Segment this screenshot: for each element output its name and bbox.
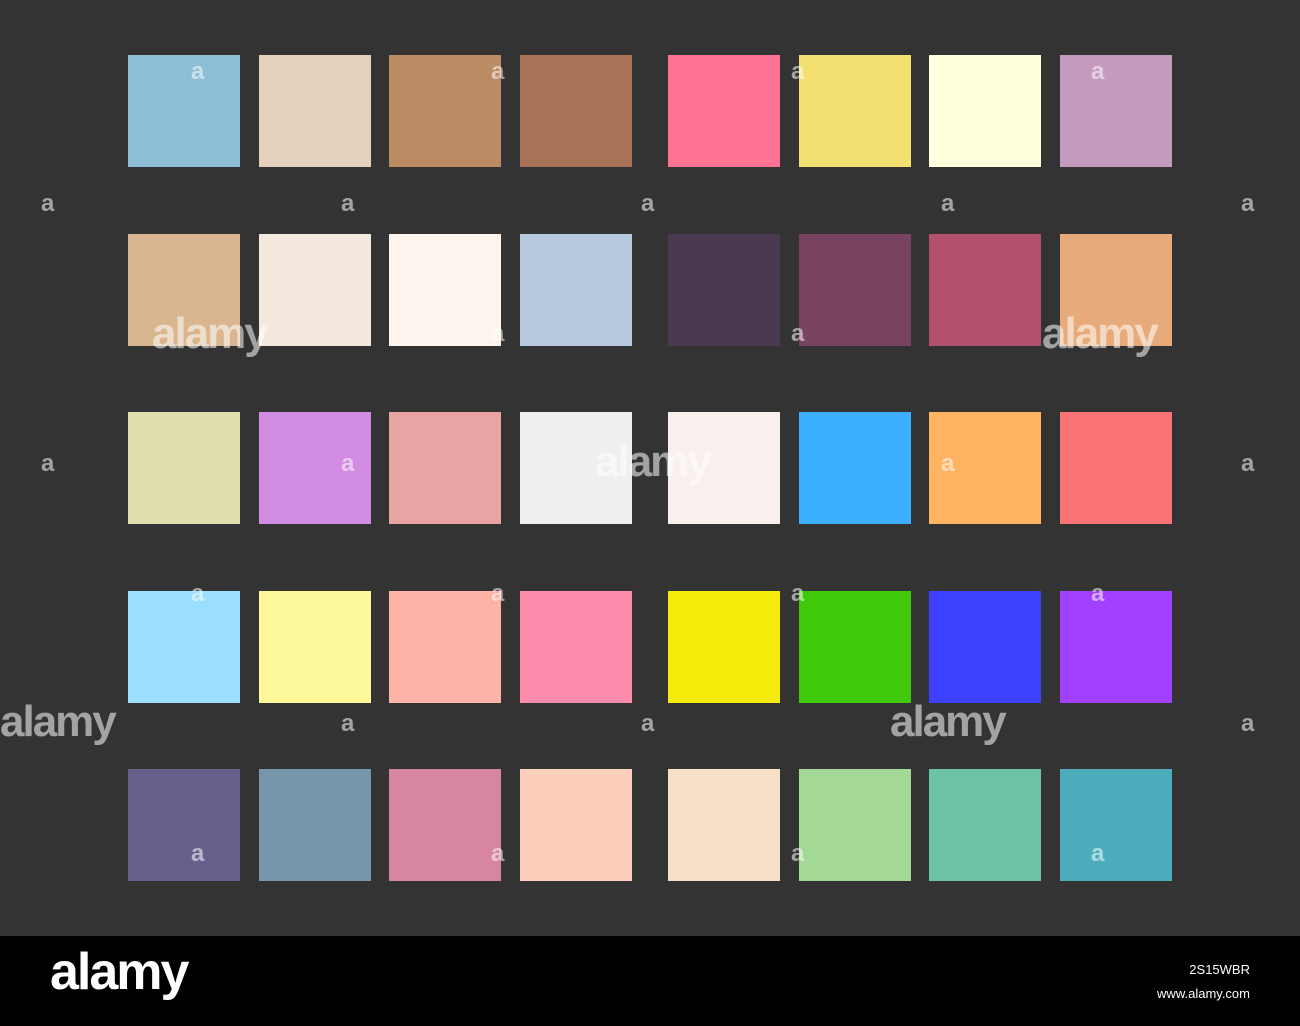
color-swatch xyxy=(929,591,1041,703)
color-swatch xyxy=(668,55,780,167)
color-swatch xyxy=(929,234,1041,346)
footer-bar xyxy=(0,936,1300,1026)
color-swatch xyxy=(128,234,240,346)
color-swatch xyxy=(668,591,780,703)
color-swatch xyxy=(1060,234,1172,346)
color-swatch xyxy=(1060,769,1172,881)
color-swatch xyxy=(259,591,371,703)
color-swatch xyxy=(929,55,1041,167)
color-swatch xyxy=(128,591,240,703)
color-swatch xyxy=(799,591,911,703)
color-swatch xyxy=(128,412,240,524)
color-swatch xyxy=(520,769,632,881)
color-swatch xyxy=(799,412,911,524)
color-swatch xyxy=(1060,55,1172,167)
color-swatch xyxy=(799,55,911,167)
color-swatch xyxy=(259,55,371,167)
color-swatch xyxy=(259,412,371,524)
color-swatch xyxy=(128,55,240,167)
color-swatch xyxy=(389,591,501,703)
color-swatch xyxy=(520,55,632,167)
color-swatch xyxy=(128,769,240,881)
color-swatch xyxy=(389,234,501,346)
color-swatch xyxy=(389,412,501,524)
color-swatch xyxy=(799,769,911,881)
color-swatch xyxy=(520,412,632,524)
color-swatch xyxy=(1060,412,1172,524)
color-swatch xyxy=(929,412,1041,524)
color-swatch xyxy=(799,234,911,346)
color-swatch xyxy=(668,769,780,881)
color-swatch xyxy=(1060,591,1172,703)
color-swatch xyxy=(668,234,780,346)
site-url: www.alamy.com xyxy=(1157,986,1250,1001)
color-swatch xyxy=(520,234,632,346)
color-swatch xyxy=(389,769,501,881)
color-swatch xyxy=(259,769,371,881)
color-swatch xyxy=(389,55,501,167)
color-swatch xyxy=(520,591,632,703)
image-id: 2S15WBR xyxy=(1189,962,1250,977)
color-swatch xyxy=(668,412,780,524)
color-palette xyxy=(0,0,1300,936)
color-swatch xyxy=(929,769,1041,881)
alamy-logo: alamy xyxy=(50,943,189,1001)
color-swatch xyxy=(259,234,371,346)
